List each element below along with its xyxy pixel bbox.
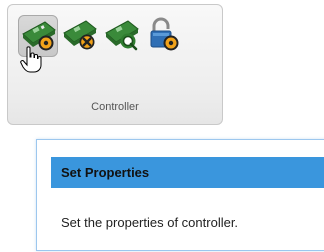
tooltip-panel: Set Properties Set the properties of con… [36, 139, 324, 251]
controller-tools-icon [63, 20, 97, 50]
lock-gear-icon [150, 17, 179, 51]
tools-button[interactable] [60, 15, 100, 57]
tooltip-title: Set Properties [51, 157, 324, 188]
search-button[interactable] [102, 15, 142, 57]
ribbon-group-label: Controller [91, 101, 139, 113]
controller-search-icon [105, 20, 139, 51]
app-window: Controller Set Properties Set the proper… [0, 0, 324, 252]
lock-settings-button[interactable] [144, 15, 184, 57]
hand-cursor-icon [20, 46, 42, 73]
tooltip-description: Set the properties of controller. [61, 215, 239, 230]
